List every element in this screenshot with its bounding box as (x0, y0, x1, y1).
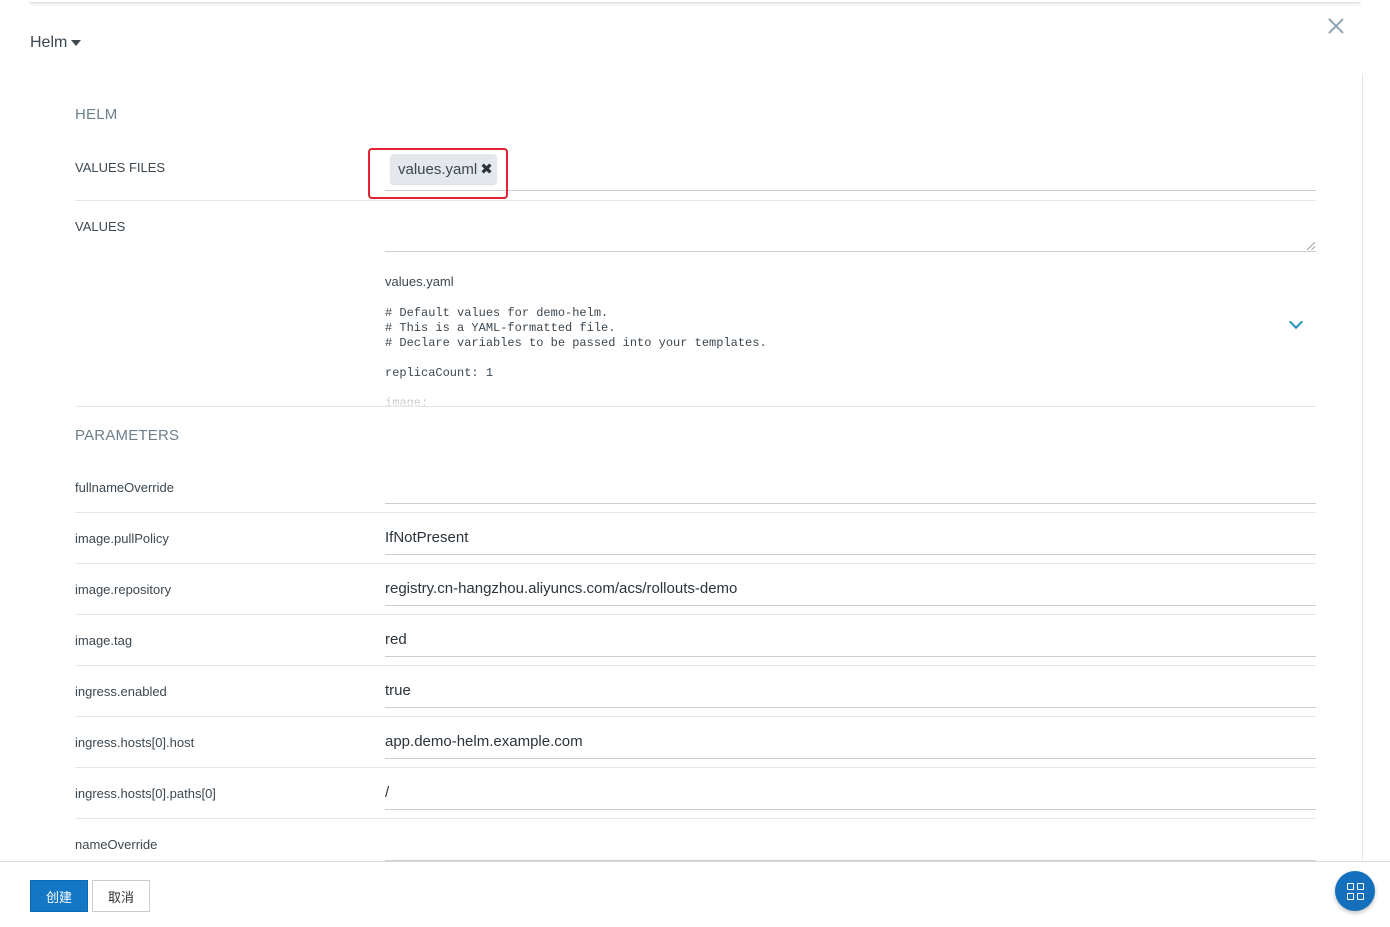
source-type-dropdown[interactable]: Helm (30, 34, 82, 52)
param-input-image-tag[interactable]: red (385, 615, 1316, 657)
preview-file-name: values.yaml (385, 274, 454, 289)
param-value: app.demo-helm.example.com (385, 733, 583, 750)
parameters-section-title: PARAMETERS (75, 427, 180, 444)
resize-grip-icon[interactable] (1307, 242, 1315, 250)
param-input-fullnameoverride[interactable] (385, 462, 1316, 504)
values-files-input[interactable] (385, 149, 1316, 191)
param-label: ingress.enabled (75, 684, 167, 699)
create-button[interactable]: 创建 (30, 880, 88, 912)
param-label: image.tag (75, 633, 133, 648)
close-icon[interactable] (1325, 15, 1347, 37)
param-label: ingress.hosts[0].paths[0] (75, 786, 216, 801)
values-textarea[interactable] (385, 208, 1316, 252)
apps-button[interactable] (1335, 871, 1375, 911)
divider (75, 200, 1316, 201)
values-label: VALUES (75, 219, 126, 234)
param-input-image-pullpolicy[interactable]: IfNotPresent (385, 513, 1316, 555)
param-input-ingress-host[interactable]: app.demo-helm.example.com (385, 717, 1316, 759)
footer-bar: 创建 取消 (0, 861, 1390, 927)
param-value: IfNotPresent (385, 529, 469, 546)
top-panel-edge (30, 0, 1360, 3)
param-input-nameoverride[interactable] (385, 819, 1316, 861)
divider (75, 406, 1316, 407)
param-input-ingress-path[interactable]: / (385, 768, 1316, 810)
values-files-label: VALUES FILES (75, 160, 166, 175)
param-label: ingress.hosts[0].host (75, 735, 195, 750)
caret-down-icon (71, 40, 82, 46)
chevron-down-icon[interactable] (1288, 314, 1304, 330)
grid-icon (1346, 882, 1364, 900)
param-label: image.repository (75, 582, 172, 597)
param-label: fullnameOverride (75, 480, 174, 495)
source-type-label: Helm (30, 34, 68, 51)
param-value: / (385, 784, 390, 801)
param-value: registry.cn-hangzhou.aliyuncs.com/acs/ro… (385, 580, 738, 597)
highlight-box (368, 148, 508, 199)
param-label: nameOverride (75, 837, 158, 852)
param-value: true (385, 682, 411, 699)
helm-config-panel: HELM VALUES FILES values.yaml ✖ VALUES v… (30, 74, 1363, 861)
param-input-image-repository[interactable]: registry.cn-hangzhou.aliyuncs.com/acs/ro… (385, 564, 1316, 606)
cancel-button[interactable]: 取消 (92, 880, 150, 912)
helm-section-title: HELM (75, 106, 118, 123)
values-file-preview: # Default values for demo-helm. # This i… (385, 306, 767, 406)
param-label: image.pullPolicy (75, 531, 169, 546)
param-value: red (385, 631, 407, 648)
param-input-ingress-enabled[interactable]: true (385, 666, 1316, 708)
